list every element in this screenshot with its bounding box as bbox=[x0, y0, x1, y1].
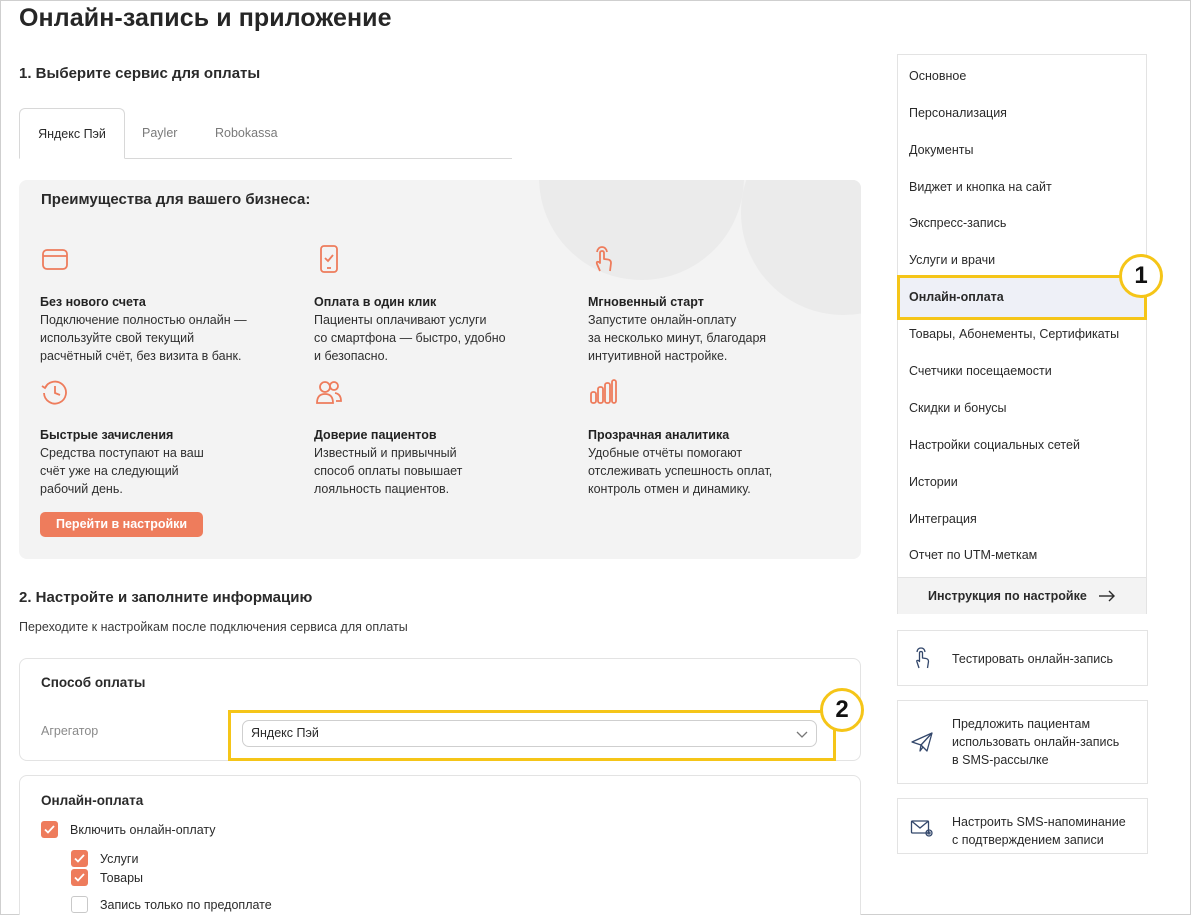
checkbox-label: Запись только по предоплате bbox=[100, 897, 272, 912]
sidebar-item-widget[interactable]: Виджет и кнопка на сайт bbox=[909, 180, 1052, 194]
check-icon bbox=[74, 873, 85, 882]
sidebar-item-basic[interactable]: Основное bbox=[909, 69, 966, 83]
checkbox-unchecked[interactable] bbox=[71, 896, 88, 913]
test-online-booking-button[interactable]: Тестировать онлайн-запись bbox=[897, 630, 1148, 686]
users-icon bbox=[316, 381, 342, 404]
tab-payler[interactable]: Payler bbox=[142, 108, 177, 159]
step1-title: 1. Выберите сервис для оплаты bbox=[19, 65, 261, 82]
checkbox-label: Услуги bbox=[100, 851, 139, 866]
sidebar-footer: Инструкция по настройке bbox=[898, 577, 1146, 614]
tab-robokassa[interactable]: Robokassa bbox=[215, 108, 278, 159]
goods-checkbox[interactable]: Товары bbox=[71, 869, 143, 886]
sidebar-item-goods[interactable]: Товары, Абонементы, Сертификаты bbox=[909, 327, 1119, 341]
aggregator-select[interactable]: Яндекс Пэй bbox=[242, 720, 817, 747]
feature-item: Доверие пациентов Известный и привычный … bbox=[314, 377, 564, 498]
feature-title: Без нового счета bbox=[40, 295, 146, 309]
sidebar-item-discounts[interactable]: Скидки и бонусы bbox=[909, 401, 1007, 415]
page-title: Онлайн-запись и приложение bbox=[19, 4, 392, 32]
sms-reminder-button[interactable]: Настроить SMS-напоминание с подтверждени… bbox=[897, 798, 1148, 854]
check-icon bbox=[74, 854, 85, 863]
tap-hand-icon bbox=[595, 246, 612, 272]
sidebar-item-personalization[interactable]: Персонализация bbox=[909, 106, 1007, 120]
feature-title: Прозрачная аналитика bbox=[588, 428, 730, 442]
benefits-panel: Преимущества для вашего бизнеса: Без нов… bbox=[19, 180, 861, 559]
feature-item: Быстрые зачисления Средства поступают на… bbox=[40, 377, 290, 498]
annotation-badge: 2 bbox=[820, 688, 864, 732]
step2-title: 2. Настройте и заполните информацию bbox=[19, 589, 313, 606]
checkbox-label: Товары bbox=[100, 870, 143, 885]
bar-chart-icon bbox=[590, 379, 617, 404]
feature-text: Пациенты оплачивают услуги со смартфона … bbox=[314, 313, 506, 363]
feature-title: Оплата в один клик bbox=[314, 295, 437, 309]
payment-method-title: Способ оплаты bbox=[41, 675, 146, 690]
sidebar-item-counters[interactable]: Счетчики посещаемости bbox=[909, 364, 1052, 378]
aggregator-value: Яндекс Пэй bbox=[251, 726, 319, 740]
sidebar-item-documents[interactable]: Документы bbox=[909, 143, 973, 157]
card-icon bbox=[42, 249, 68, 270]
sidebar-item-utm[interactable]: Отчет по UTM-меткам bbox=[909, 548, 1037, 562]
sidebar-item-integration[interactable]: Интеграция bbox=[909, 512, 977, 526]
checkbox-label: Включить онлайн-оплату bbox=[70, 822, 216, 837]
services-checkbox[interactable]: Услуги bbox=[71, 850, 138, 867]
feature-item: Прозрачная аналитика Удобные отчёты помо… bbox=[588, 377, 838, 498]
settings-sidebar: Основное Персонализация Документы Виджет… bbox=[897, 54, 1147, 614]
offer-sms-booking-button[interactable]: Предложить пациентам использовать онлайн… bbox=[897, 700, 1148, 784]
enable-online-payment-checkbox[interactable]: Включить онлайн-оплату bbox=[41, 821, 216, 838]
paper-plane-icon bbox=[911, 732, 933, 752]
tab-yandex-pay[interactable]: Яндекс Пэй bbox=[19, 108, 125, 159]
sidebar-item-social[interactable]: Настройки социальных сетей bbox=[909, 438, 1080, 452]
prepayment-only-checkbox[interactable]: Запись только по предоплате bbox=[71, 896, 272, 913]
go-to-settings-button[interactable]: Перейти в настройки bbox=[40, 512, 204, 537]
feature-text: Средства поступают на ваш счёт уже на сл… bbox=[40, 446, 204, 496]
sidebar-item-express[interactable]: Экспресс-запись bbox=[909, 216, 1006, 230]
feature-item: Без нового счета Подключение полностью о… bbox=[40, 244, 290, 365]
envelope-gear-icon bbox=[910, 820, 933, 837]
payment-method-card: Способ оплаты Агрегатор Яндекс Пэй bbox=[19, 658, 861, 761]
payment-service-tabs: Яндекс Пэй Payler Robokassa bbox=[19, 108, 512, 159]
step2-subtitle: Переходите к настройкам после подключени… bbox=[19, 620, 408, 634]
feature-item: Оплата в один клик Пациенты оплачивают у… bbox=[314, 244, 564, 365]
feature-text: Подключение полностью онлайн — используй… bbox=[40, 313, 247, 363]
smartphone-check-icon bbox=[320, 245, 338, 273]
action-label: Настроить SMS-напоминание с подтверждени… bbox=[952, 815, 1126, 847]
sidebar-item-services-doctors[interactable]: Услуги и врачи bbox=[909, 253, 995, 267]
arrow-right-icon bbox=[1099, 590, 1115, 602]
feature-title: Быстрые зачисления bbox=[40, 428, 174, 442]
chevron-down-icon bbox=[796, 731, 808, 738]
action-label: Предложить пациентам использовать онлайн… bbox=[952, 717, 1120, 767]
feature-text: Удобные отчёты помогают отслеживать успе… bbox=[588, 446, 773, 496]
feature-item: Мгновенный старт Запустите онлайн-оплату… bbox=[588, 244, 838, 365]
checkbox-checked[interactable] bbox=[41, 821, 58, 838]
feature-title: Мгновенный старт bbox=[588, 295, 704, 309]
clock-icon bbox=[41, 380, 67, 405]
check-icon bbox=[44, 825, 55, 834]
annotation-badge: 1 bbox=[1119, 254, 1163, 298]
online-payment-title: Онлайн-оплата bbox=[41, 793, 144, 808]
feature-title: Доверие пациентов bbox=[314, 428, 437, 442]
touch-hand-icon bbox=[916, 647, 930, 669]
online-payment-card: Онлайн-оплата Включить онлайн-оплату Усл… bbox=[19, 775, 861, 915]
setup-instructions-link[interactable]: Инструкция по настройке bbox=[928, 589, 1087, 603]
sidebar-item-stories[interactable]: Истории bbox=[909, 475, 958, 489]
annotation-highlight bbox=[897, 275, 1147, 320]
checkbox-checked[interactable] bbox=[71, 869, 88, 886]
feature-text: Запустите онлайн-оплату за несколько мин… bbox=[588, 313, 767, 363]
checkbox-checked[interactable] bbox=[71, 850, 88, 867]
action-label: Тестировать онлайн-запись bbox=[952, 652, 1113, 666]
benefits-title: Преимущества для вашего бизнеса: bbox=[41, 191, 311, 208]
feature-text: Известный и привычный способ оплаты повы… bbox=[314, 446, 463, 496]
aggregator-label: Агрегатор bbox=[41, 724, 99, 738]
